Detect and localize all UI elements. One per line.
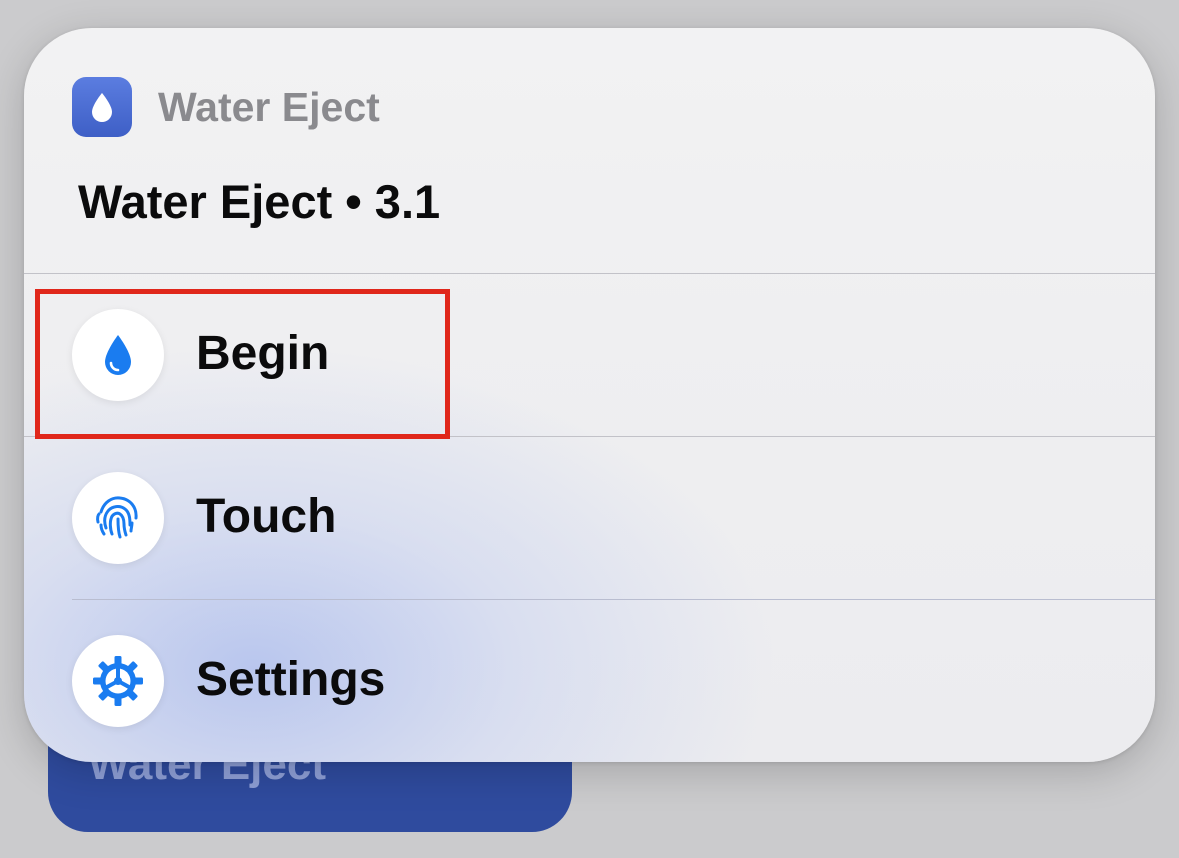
app-header: Water Eject: [72, 77, 380, 137]
water-drop-icon: [72, 309, 164, 401]
app-icon: [72, 77, 132, 137]
action-label: Touch: [196, 490, 337, 543]
action-touch[interactable]: Touch: [24, 437, 1155, 599]
fingerprint-icon: [72, 472, 164, 564]
action-settings[interactable]: Settings: [24, 600, 1155, 762]
water-drop-icon: [92, 93, 112, 122]
app-name: Water Eject: [158, 83, 380, 130]
shortcut-menu-card: Water Eject Water Eject • 3.1 Begin Touc…: [24, 28, 1155, 762]
action-label: Begin: [196, 327, 330, 380]
shortcut-title: Water Eject • 3.1: [78, 175, 441, 228]
action-label: Settings: [196, 653, 386, 706]
gear-icon: [72, 635, 164, 727]
action-begin[interactable]: Begin: [24, 274, 1155, 436]
